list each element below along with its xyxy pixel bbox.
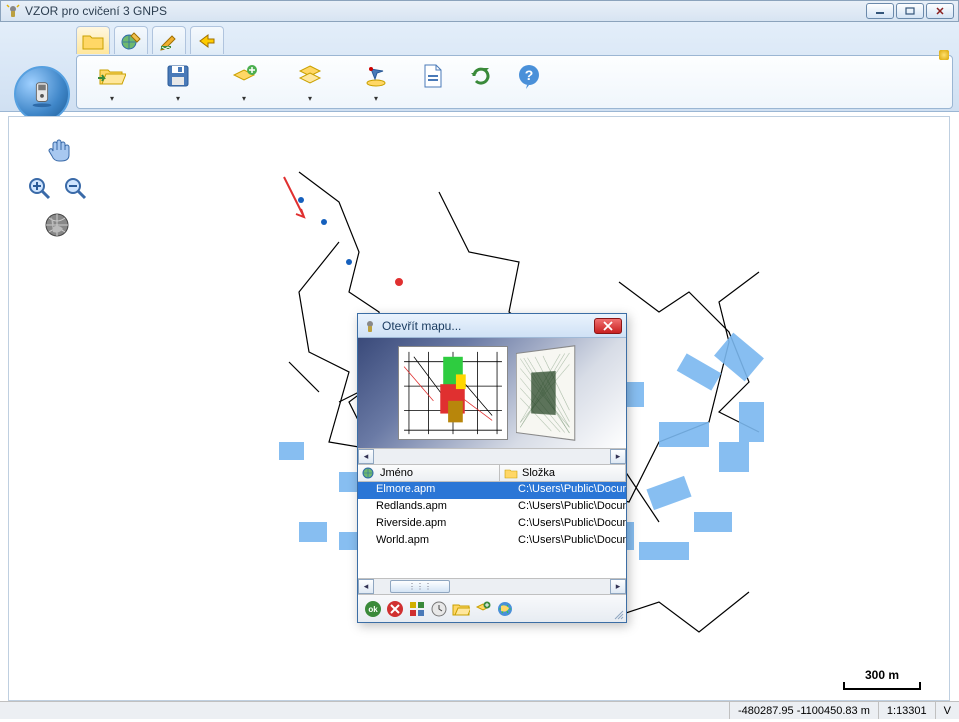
ribbon-toolbar: ▾ ▾ ▾ ▾ ▾ xyxy=(76,55,953,109)
dialog-icon xyxy=(362,318,378,334)
status-coordinates: -480287.95 -1100450.83 m xyxy=(729,702,878,719)
dialog-action-toolbar: ok xyxy=(358,594,626,622)
hscroll-thumb[interactable]: ⋮⋮⋮ xyxy=(390,580,450,593)
svg-text:ok: ok xyxy=(368,605,378,614)
tab-edit[interactable] xyxy=(152,26,186,54)
globe-small-icon xyxy=(362,467,376,479)
gps-button[interactable] xyxy=(360,60,392,92)
pan-tool-button[interactable] xyxy=(45,137,87,170)
file-list-hscrollbar[interactable]: ◂ ⋮⋮⋮ ▸ xyxy=(358,578,626,594)
preview-scrollbar[interactable]: ◂ ▸ xyxy=(358,448,626,464)
svg-text:?: ? xyxy=(525,67,534,83)
layers-button[interactable] xyxy=(294,60,326,92)
open-folder-button[interactable] xyxy=(96,60,128,92)
file-list-row[interactable]: Elmore.apm C:\Users\Public\Docum xyxy=(358,482,626,499)
dialog-close-button[interactable] xyxy=(594,318,622,334)
file-list-row[interactable]: World.apm C:\Users\Public\Docum xyxy=(358,533,626,550)
help-button[interactable]: ? xyxy=(513,60,545,92)
app-menu-orb[interactable] xyxy=(14,66,70,122)
maximize-button[interactable] xyxy=(896,3,924,19)
file-list-header: Jméno Složka xyxy=(358,464,626,482)
hscroll-left-button[interactable]: ◂ xyxy=(358,579,374,594)
open-folder-dropdown[interactable]: ▾ xyxy=(110,94,114,103)
file-list-row[interactable]: Redlands.apm C:\Users\Public\Docum xyxy=(358,499,626,516)
browse-button[interactable] xyxy=(452,600,470,618)
nav-tool-cluster xyxy=(27,137,87,242)
folder-small-icon xyxy=(504,467,518,479)
add-layer-dropdown[interactable]: ▾ xyxy=(242,94,246,103)
ok-button[interactable]: ok xyxy=(364,600,382,618)
map-canvas-area[interactable]: Otevřít mapu... xyxy=(8,116,950,701)
add-layer-button[interactable] xyxy=(228,60,260,92)
scale-label: 300 m xyxy=(865,668,899,682)
scroll-right-button[interactable]: ▸ xyxy=(610,449,626,464)
file-list[interactable]: Elmore.apm C:\Users\Public\Docum Redland… xyxy=(358,482,626,578)
status-scale-ratio: 1:13301 xyxy=(878,702,935,719)
web-map-button[interactable] xyxy=(496,600,514,618)
refresh-button[interactable] xyxy=(465,60,497,92)
scale-line-icon xyxy=(843,682,921,690)
add-map-button[interactable] xyxy=(474,600,492,618)
grid-view-button[interactable] xyxy=(408,600,426,618)
window-title: VZOR pro cvičení 3 GNPS xyxy=(25,4,866,18)
status-mode: V xyxy=(935,702,959,719)
app-icon xyxy=(5,3,21,19)
scroll-left-button[interactable]: ◂ xyxy=(358,449,374,464)
full-extent-button[interactable] xyxy=(43,211,87,242)
save-button[interactable] xyxy=(162,60,194,92)
map-preview-pane xyxy=(358,338,626,448)
tab-globe-edit[interactable] xyxy=(114,26,148,54)
hscroll-right-button[interactable]: ▸ xyxy=(610,579,626,594)
map-thumbnail-selected[interactable] xyxy=(398,346,508,440)
column-header-folder[interactable]: Složka xyxy=(500,465,626,481)
cancel-button[interactable] xyxy=(386,600,404,618)
save-dropdown[interactable]: ▾ xyxy=(176,94,180,103)
open-map-dialog: Otevřít mapu... xyxy=(357,313,627,623)
dialog-title: Otevřít mapu... xyxy=(382,319,594,333)
recent-button[interactable] xyxy=(430,600,448,618)
tab-back[interactable] xyxy=(190,26,224,54)
column-header-name[interactable]: Jméno xyxy=(358,465,500,481)
document-button[interactable] xyxy=(417,60,449,92)
status-bar: -480287.95 -1100450.83 m 1:13301 V xyxy=(0,701,959,719)
resize-grip-icon[interactable] xyxy=(614,610,624,620)
ribbon-area: ▾ ▾ ▾ ▾ ▾ xyxy=(0,22,959,112)
tab-folder[interactable] xyxy=(76,26,110,54)
notification-indicator-icon[interactable] xyxy=(939,50,949,60)
zoom-out-button[interactable] xyxy=(63,176,89,205)
zoom-in-button[interactable] xyxy=(27,176,53,205)
gps-dropdown[interactable]: ▾ xyxy=(374,94,378,103)
scale-bar: 300 m xyxy=(843,668,921,690)
dialog-title-bar[interactable]: Otevřít mapu... xyxy=(358,314,626,338)
file-list-row[interactable]: Riverside.apm C:\Users\Public\Docum xyxy=(358,516,626,533)
layers-dropdown[interactable]: ▾ xyxy=(308,94,312,103)
close-button[interactable] xyxy=(926,3,954,19)
map-thumbnail-next[interactable] xyxy=(516,345,575,441)
minimize-button[interactable] xyxy=(866,3,894,19)
window-title-bar: VZOR pro cvičení 3 GNPS xyxy=(0,0,959,22)
